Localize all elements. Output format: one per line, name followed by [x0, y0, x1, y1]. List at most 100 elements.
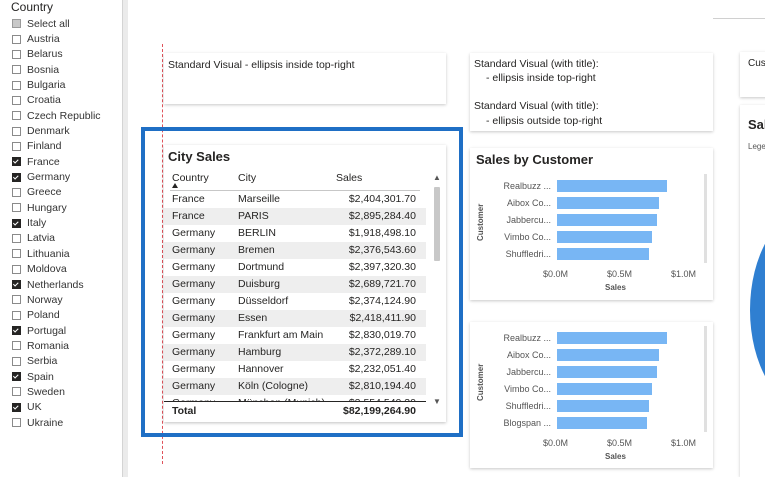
city-sales-table[interactable]: City Sales Country City Sales France Mars…: [164, 145, 446, 422]
bar[interactable]: [557, 231, 652, 243]
cell-city: Frankfurt am Main: [238, 329, 324, 341]
checkbox[interactable]: [12, 218, 21, 228]
table-scrollbar[interactable]: ▲ ▼: [432, 173, 442, 409]
slicer-item-label: Austria: [27, 33, 60, 46]
checkbox[interactable]: [12, 341, 21, 351]
checkbox[interactable]: [12, 95, 21, 105]
checkbox[interactable]: [12, 356, 21, 366]
slicer-item[interactable]: Select all: [12, 16, 101, 31]
slicer-item[interactable]: Italy: [12, 215, 101, 230]
bar[interactable]: [557, 197, 660, 209]
slicer-item[interactable]: Denmark: [12, 123, 101, 138]
bar[interactable]: [557, 400, 650, 412]
checkbox[interactable]: [12, 49, 21, 59]
checkbox[interactable]: [12, 249, 21, 259]
cell-city: Marseille: [238, 193, 281, 205]
checkbox[interactable]: [12, 203, 21, 213]
standard-visual-with-title-card[interactable]: Standard Visual (with title): - ellipsis…: [470, 53, 713, 131]
table-row[interactable]: Germany Köln (Cologne) $2,810,194.40: [164, 378, 426, 395]
slicer-item[interactable]: Croatia: [12, 93, 101, 108]
partial-pie-card[interactable]: [740, 105, 765, 477]
checkbox[interactable]: [12, 19, 21, 29]
bar[interactable]: [557, 180, 668, 192]
slicer-item[interactable]: Serbia: [12, 354, 101, 369]
table-row[interactable]: Germany Düsseldorf $2,374,124.90: [164, 293, 426, 310]
table-row[interactable]: Germany Dortmund $2,397,320.30: [164, 259, 426, 276]
checkbox[interactable]: [12, 295, 21, 305]
slicer-item[interactable]: France: [12, 154, 101, 169]
table-row[interactable]: Germany Frankfurt am Main $2,830,019.70: [164, 327, 426, 344]
checkbox[interactable]: [12, 187, 21, 197]
checkbox[interactable]: [12, 65, 21, 75]
bar[interactable]: [557, 248, 650, 260]
slicer-item[interactable]: Netherlands: [12, 277, 101, 292]
slicer-item[interactable]: Austria: [12, 31, 101, 46]
checkbox[interactable]: [12, 418, 21, 428]
bar[interactable]: [557, 332, 668, 344]
checkbox[interactable]: [12, 172, 21, 182]
header-sales[interactable]: Sales: [336, 172, 362, 184]
checkbox[interactable]: [12, 141, 21, 151]
slicer-item[interactable]: Romania: [12, 338, 101, 353]
sales-by-customer-chart[interactable]: Sales by Customer Realbuzz ... Aibox Co..…: [470, 148, 713, 300]
checkbox[interactable]: [12, 402, 21, 412]
checkbox[interactable]: [12, 326, 21, 336]
slicer-item[interactable]: Latvia: [12, 231, 101, 246]
table-row[interactable]: Germany Hamburg $2,372,289.10: [164, 344, 426, 361]
slicer-item[interactable]: Belarus: [12, 47, 101, 62]
checkbox[interactable]: [12, 280, 21, 290]
slicer-item[interactable]: Bulgaria: [12, 77, 101, 92]
bar[interactable]: [557, 214, 657, 226]
slicer-item[interactable]: Poland: [12, 308, 101, 323]
bar[interactable]: [557, 383, 652, 395]
checkbox[interactable]: [12, 372, 21, 382]
checkbox[interactable]: [12, 126, 21, 136]
sales-by-customer-chart-2[interactable]: Realbuzz ... Aibox Co... Jabbercu... Vimbo …: [470, 322, 713, 468]
cell-country: Germany: [172, 329, 216, 341]
slicer-item[interactable]: Ukraine: [12, 415, 101, 430]
chart-scrollbar[interactable]: [704, 174, 707, 263]
scroll-up-icon[interactable]: ▲: [433, 173, 441, 182]
slicer-item[interactable]: Norway: [12, 292, 101, 307]
slicer-item[interactable]: Moldova: [12, 262, 101, 277]
slicer-item[interactable]: Hungary: [12, 200, 101, 215]
slicer-item[interactable]: Greece: [12, 185, 101, 200]
chart-scrollbar[interactable]: [704, 326, 707, 432]
standard-visual-card[interactable]: Standard Visual - ellipsis inside top-ri…: [164, 53, 446, 104]
slicer-item[interactable]: Portugal: [12, 323, 101, 338]
bar[interactable]: [557, 366, 657, 378]
table-row[interactable]: France PARIS $2,895,284.40: [164, 208, 426, 225]
scroll-down-icon[interactable]: ▼: [433, 397, 441, 406]
checkbox[interactable]: [12, 387, 21, 397]
checkbox[interactable]: [12, 264, 21, 274]
slicer-item[interactable]: Bosnia: [12, 62, 101, 77]
table-row[interactable]: Germany Essen $2,418,411.90: [164, 310, 426, 327]
bar[interactable]: [557, 417, 647, 429]
slicer-item[interactable]: Finland: [12, 139, 101, 154]
table-row[interactable]: Germany Duisburg $2,689,721.70: [164, 276, 426, 293]
checkbox[interactable]: [12, 34, 21, 44]
table-row[interactable]: France Marseille $2,404,301.70: [164, 191, 426, 208]
scrollbar-thumb[interactable]: [434, 187, 440, 261]
slicer-item-label: Poland: [27, 309, 60, 322]
checkbox[interactable]: [12, 310, 21, 320]
cell-sales: $2,830,019.70: [348, 329, 416, 341]
cell-country: Germany: [172, 295, 216, 307]
table-row[interactable]: Germany BERLIN $1,918,498.10: [164, 225, 426, 242]
header-city[interactable]: City: [238, 172, 256, 184]
slicer-item[interactable]: UK: [12, 400, 101, 415]
table-row[interactable]: Germany Bremen $2,376,543.60: [164, 242, 426, 259]
slicer-item[interactable]: Czech Republic: [12, 108, 101, 123]
cell-country: France: [172, 193, 205, 205]
checkbox[interactable]: [12, 111, 21, 121]
checkbox[interactable]: [12, 233, 21, 243]
checkbox[interactable]: [12, 157, 21, 167]
slicer-item[interactable]: Sweden: [12, 384, 101, 399]
bar[interactable]: [557, 349, 660, 361]
checkbox[interactable]: [12, 80, 21, 90]
slicer-item[interactable]: Lithuania: [12, 246, 101, 261]
cell-sales: $1,918,498.10: [348, 227, 416, 239]
table-row[interactable]: Germany Hannover $2,232,051.40: [164, 361, 426, 378]
slicer-item[interactable]: Spain: [12, 369, 101, 384]
slicer-item[interactable]: Germany: [12, 169, 101, 184]
